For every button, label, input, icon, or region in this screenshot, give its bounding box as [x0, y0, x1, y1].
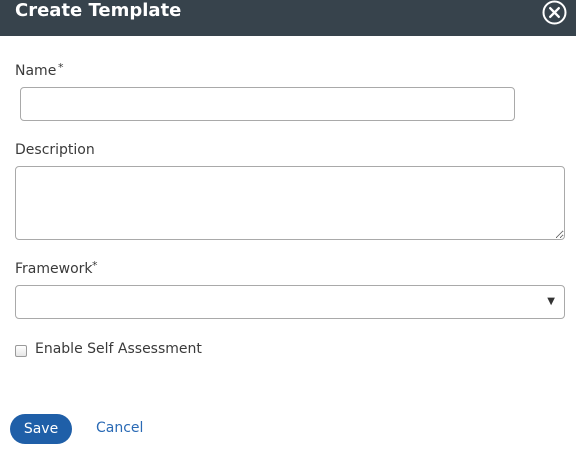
dialog-header: Create Template — [0, 0, 576, 36]
name-input[interactable] — [20, 87, 515, 121]
name-required-marker: * — [58, 61, 64, 74]
caret-down-icon: ▼ — [547, 296, 555, 307]
dialog-title: Create Template — [15, 0, 182, 21]
self-assessment-checkbox[interactable] — [15, 345, 27, 357]
framework-select[interactable]: ▼ — [15, 285, 565, 319]
self-assessment-label[interactable]: Enable Self Assessment — [35, 341, 202, 357]
name-label: Name — [15, 63, 57, 79]
framework-required-marker: * — [92, 259, 98, 272]
create-template-dialog: Create Template Name * Description Frame… — [0, 0, 576, 450]
save-button[interactable]: Save — [10, 414, 72, 444]
description-textarea[interactable] — [15, 166, 565, 240]
cancel-link[interactable]: Cancel — [96, 420, 143, 436]
description-label: Description — [15, 142, 95, 158]
close-icon[interactable] — [542, 0, 567, 25]
framework-label: Framework — [15, 261, 93, 277]
